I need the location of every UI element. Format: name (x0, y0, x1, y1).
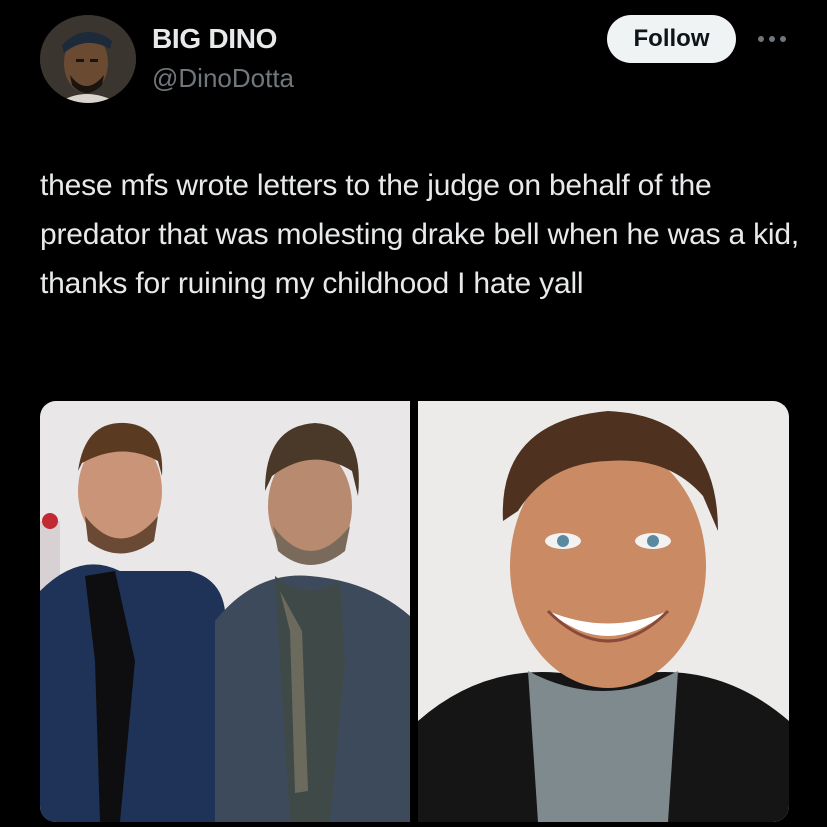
photo-two-men[interactable] (40, 401, 410, 822)
more-options-icon[interactable] (752, 24, 792, 54)
follow-button[interactable]: Follow (607, 15, 736, 63)
photo-smiling-man[interactable] (418, 401, 789, 822)
tweet-text: these mfs wrote letters to the judge on … (40, 169, 800, 300)
user-handle[interactable]: @DinoDotta (152, 63, 294, 94)
profile-avatar-icon (40, 15, 136, 103)
display-name[interactable]: BIG DINO (152, 23, 277, 55)
media-grid[interactable] (40, 401, 789, 822)
avatar[interactable] (40, 15, 136, 103)
